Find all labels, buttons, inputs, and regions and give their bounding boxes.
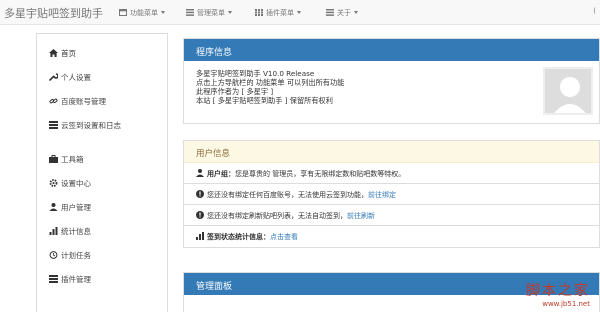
chevron-down-icon bbox=[354, 11, 358, 14]
user-icon bbox=[49, 203, 58, 211]
avatar bbox=[543, 67, 593, 115]
sidebar-item-label: 个人设置 bbox=[61, 73, 91, 82]
app-brand[interactable]: 多星宇贴吧签到助手 bbox=[4, 5, 103, 21]
sidebar-item-label: 计划任务 bbox=[61, 251, 91, 260]
nav-menu-admin[interactable]: 管理菜单 bbox=[186, 8, 232, 18]
sidebar-item-settings-center[interactable]: 设置中心 bbox=[49, 178, 91, 189]
site-watermark: 脚本之家 www.jb51.net bbox=[526, 280, 590, 308]
bind-account-row: 您还没有绑定任何百度账号，无法使用云签到功能，前往绑定 bbox=[184, 184, 599, 205]
sidebar-item-plugin-management[interactable]: 插件管理 bbox=[49, 274, 91, 285]
chevron-down-icon bbox=[297, 11, 301, 14]
link-icon bbox=[49, 98, 58, 104]
exclamation-circle-icon bbox=[196, 211, 204, 219]
sidebar-item-toolbox[interactable]: 工具箱 bbox=[49, 154, 84, 165]
nav-menu-features[interactable]: 功能菜单 bbox=[119, 8, 165, 18]
user-group-row: 用户组：您是尊贵的 管理员，享有无限绑定数和贴吧数等特权。 bbox=[184, 163, 599, 184]
panel-title: 程序信息 bbox=[184, 39, 599, 61]
program-info-panel: 程序信息 多星宇贴吧签到助手 V10.0 Release 点击上方导航栏的 功能… bbox=[183, 38, 600, 124]
top-navbar: 多星宇贴吧签到助手 功能菜单 管理菜单 插件菜单 关于 ( bbox=[0, 0, 600, 25]
watermark-text: 脚本之家 bbox=[526, 283, 590, 299]
nav-right-item[interactable]: ( bbox=[593, 7, 596, 15]
sidebar-item-label: 云签到设置和日志 bbox=[61, 121, 121, 130]
sidebar-item-user-management[interactable]: 用户管理 bbox=[49, 202, 91, 213]
bind-account-link[interactable]: 前往绑定 bbox=[368, 191, 396, 199]
sidebar-item-statistics[interactable]: 统计信息 bbox=[49, 226, 91, 237]
nav-menu-features-label: 功能菜单 bbox=[130, 9, 158, 17]
sidebar-item-label: 统计信息 bbox=[61, 227, 91, 236]
signin-stats-row: 签到状态统计信息：点击查看 bbox=[184, 226, 599, 247]
refresh-list-link[interactable]: 前往刷新 bbox=[347, 212, 375, 220]
gear-icon bbox=[49, 179, 58, 187]
program-info-body: 多星宇贴吧签到助手 V10.0 Release 点击上方导航栏的 功能菜单 可以… bbox=[184, 61, 599, 123]
program-info-line: 本站 [ 多星宇贴吧签到助手 ] 保留所有权利 bbox=[196, 96, 333, 105]
signin-stats-link[interactable]: 点击查看 bbox=[270, 233, 298, 241]
user-icon bbox=[196, 169, 204, 177]
nav-menu-plugins-label: 插件菜单 bbox=[266, 9, 294, 17]
program-info-line: 多星宇贴吧签到助手 V10.0 Release bbox=[196, 69, 315, 78]
user-group-text: 您是尊贵的 管理员，享有无限绑定数和贴吧数等特权。 bbox=[235, 170, 406, 178]
sidebar-item-label: 设置中心 bbox=[61, 179, 91, 188]
list-icon bbox=[49, 275, 58, 283]
watermark-url: www.jb51.net bbox=[542, 300, 590, 308]
user-info-panel: 用户信息 用户组：您是尊贵的 管理员，享有无限绑定数和贴吧数等特权。 您还没有绑… bbox=[183, 140, 600, 248]
sidebar-item-label: 工具箱 bbox=[61, 155, 84, 164]
nav-menu-admin-label: 管理菜单 bbox=[197, 9, 225, 17]
nav-menu-about-label: 关于 bbox=[337, 9, 351, 17]
chevron-down-icon bbox=[161, 11, 165, 14]
nav-menu-plugins[interactable]: 插件菜单 bbox=[255, 8, 301, 18]
refresh-list-text: 您还没有绑定刷新贴吧列表，无法自动签到， bbox=[207, 212, 347, 220]
briefcase-icon bbox=[49, 155, 58, 163]
stats-icon bbox=[196, 232, 204, 240]
program-info-line: 此程序作者为 [ 多星宇 ] bbox=[196, 87, 274, 96]
clock-icon bbox=[49, 251, 58, 259]
program-info-line: 点击上方导航栏的 功能菜单 可以列出所有功能 bbox=[196, 78, 345, 87]
sidebar-item-cloud-signin[interactable]: 云签到设置和日志 bbox=[49, 120, 121, 131]
nav-menu-about[interactable]: 关于 bbox=[326, 8, 358, 18]
sidebar-item-label: 首页 bbox=[61, 49, 76, 58]
home-icon bbox=[49, 49, 58, 57]
calendar-icon bbox=[119, 9, 127, 16]
signin-stats-label: 签到状态统计信息： bbox=[207, 233, 270, 241]
stats-icon bbox=[49, 227, 58, 235]
grid-icon bbox=[255, 9, 263, 16]
sidebar-item-personal-settings[interactable]: 个人设置 bbox=[49, 72, 91, 83]
wrench-icon bbox=[49, 73, 58, 81]
user-group-label: 用户组： bbox=[207, 170, 235, 178]
default-avatar-icon bbox=[545, 69, 591, 113]
sidebar: 首页 个人设置 百度账号管理 云签到设置和日志 工具箱 设置中心 用户管理 统计… bbox=[36, 33, 168, 312]
refresh-list-row: 您还没有绑定刷新贴吧列表，无法自动签到，前往刷新 bbox=[184, 205, 599, 226]
chevron-down-icon bbox=[228, 11, 232, 14]
bind-account-text: 您还没有绑定任何百度账号，无法使用云签到功能， bbox=[207, 191, 368, 199]
sidebar-item-baidu-accounts[interactable]: 百度账号管理 bbox=[49, 96, 106, 107]
sidebar-item-scheduled-tasks[interactable]: 计划任务 bbox=[49, 250, 91, 261]
panel-title: 用户信息 bbox=[184, 141, 599, 163]
list-icon bbox=[186, 9, 194, 16]
sidebar-item-label: 插件管理 bbox=[61, 275, 91, 284]
sidebar-item-label: 用户管理 bbox=[61, 203, 91, 212]
exclamation-circle-icon bbox=[196, 190, 204, 198]
list-icon bbox=[326, 9, 334, 16]
list-icon bbox=[49, 121, 58, 129]
sidebar-item-home[interactable]: 首页 bbox=[49, 48, 76, 59]
sidebar-item-label: 百度账号管理 bbox=[61, 97, 106, 106]
